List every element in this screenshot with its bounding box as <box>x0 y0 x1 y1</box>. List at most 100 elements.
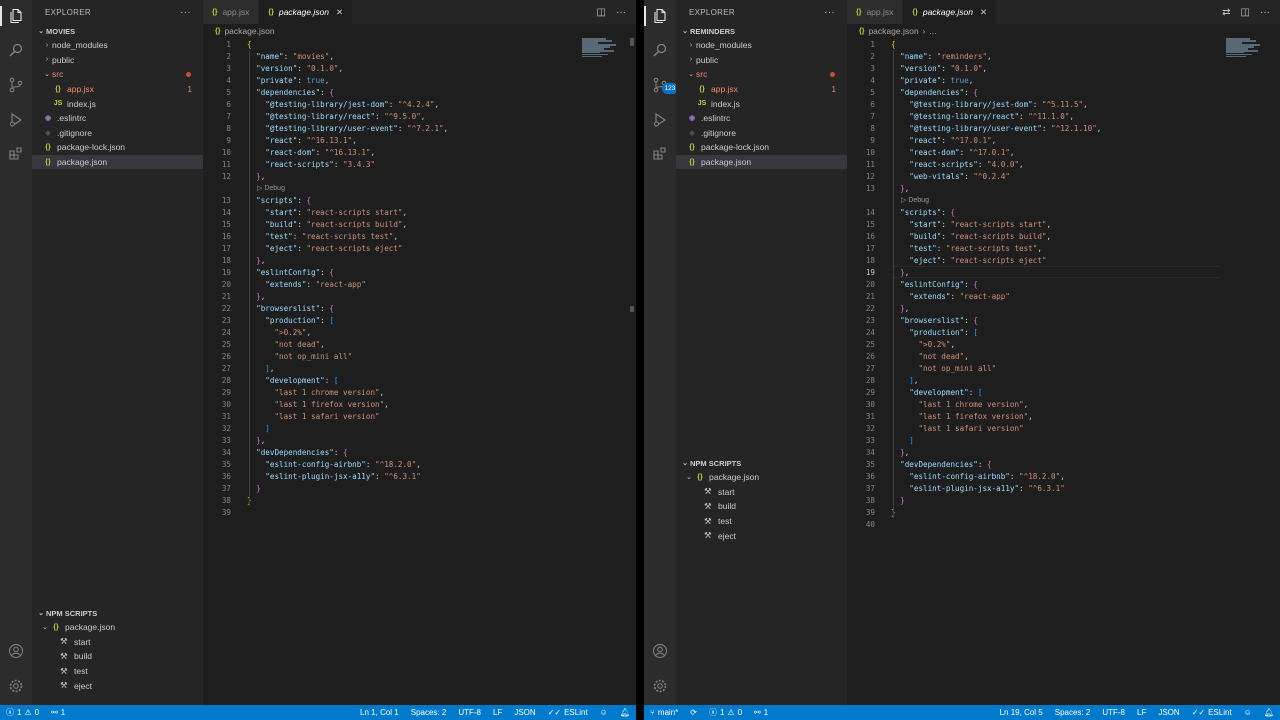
run-debug-icon[interactable] <box>650 110 670 130</box>
npm-script-item[interactable]: ⚒ test <box>676 514 847 529</box>
code-token: "extends" <box>265 279 307 289</box>
tree-item[interactable]: › node_modules <box>676 38 847 53</box>
more-actions-icon[interactable]: ··· <box>1260 7 1270 18</box>
explorer-icon[interactable] <box>0 6 32 26</box>
tree-item[interactable]: JS index.js <box>676 96 847 111</box>
tree-item[interactable]: {} app.jsx 1 <box>676 82 847 97</box>
tree-item[interactable]: ◆ .gitignore <box>32 126 203 141</box>
tree-item[interactable]: ◉ .eslintrc <box>676 111 847 126</box>
settings-gear-icon[interactable] <box>650 676 670 696</box>
npm-package-json[interactable]: ⌄ {} package.json <box>32 620 203 635</box>
search-icon[interactable] <box>650 40 670 60</box>
npm-script-item[interactable]: ⚒ build <box>676 499 847 514</box>
open-changes-icon[interactable]: ⇄ <box>1222 7 1230 18</box>
code-editor[interactable]: 1{2 "name": "movies", 3 "version": "0.1.0… <box>203 38 636 518</box>
tree-item[interactable]: › node_modules <box>32 38 203 53</box>
breadcrumb-ellipsis[interactable]: ... <box>929 26 936 36</box>
more-actions-icon[interactable]: ··· <box>616 7 626 18</box>
scrollbar-indicator[interactable] <box>630 306 634 312</box>
minimap[interactable] <box>582 38 622 78</box>
code-line: 38 } <box>847 494 1280 506</box>
npm-script-item[interactable]: ⚒ build <box>32 649 203 664</box>
extensions-icon[interactable] <box>650 144 670 164</box>
tree-item[interactable]: › public <box>32 53 203 68</box>
tree-item[interactable]: {} package.json <box>676 154 847 170</box>
run-debug-icon[interactable] <box>6 110 26 130</box>
tree-item[interactable]: {} package.json <box>32 154 203 170</box>
feedback-icon[interactable]: ☺ <box>600 708 608 717</box>
npm-package-json[interactable]: ⌄ {} package.json <box>676 470 847 485</box>
problem-count-badge: 1 <box>187 84 192 94</box>
cursor-position[interactable]: Ln 1, Col 1 <box>360 708 399 717</box>
notifications-bell-icon[interactable]: 🔔︎ <box>1264 708 1274 717</box>
encoding[interactable]: UTF-8 <box>1102 708 1125 717</box>
tree-item[interactable]: ⌄ src <box>32 67 203 82</box>
end-of-line[interactable]: LF <box>1137 708 1146 717</box>
code-editor[interactable]: 1{2 "name": "reminders", 3 "version": "0.… <box>847 38 1280 530</box>
npm-scripts-header[interactable]: ⌄ NPM SCRIPTS <box>32 606 203 620</box>
tree-item[interactable]: ◆ .gitignore <box>676 126 847 141</box>
tree-item[interactable]: JS index.js <box>32 96 203 111</box>
npm-script-item[interactable]: ⚒ eject <box>676 528 847 543</box>
code-line: 5 "dependencies": { <box>203 86 636 98</box>
indentation[interactable]: Spaces: 2 <box>1055 708 1091 717</box>
end-of-line[interactable]: LF <box>493 708 502 717</box>
tab-package-json[interactable]: {} package.json ✕ <box>903 0 998 24</box>
eslint-status[interactable]: ✓✓ ESLint <box>548 708 588 717</box>
problems-status[interactable]: ⓧ 1 ⚠ 0 <box>709 707 742 718</box>
language-mode[interactable]: JSON <box>514 708 535 717</box>
sync-icon[interactable]: ⟳ <box>690 708 697 717</box>
close-icon[interactable]: ✕ <box>336 7 343 18</box>
tree-item[interactable]: › public <box>676 53 847 68</box>
split-editor-icon[interactable]: ◫ <box>1241 7 1250 18</box>
extensions-icon[interactable] <box>6 144 26 164</box>
tree-item[interactable]: ⌄ src <box>676 67 847 82</box>
source-control-icon[interactable] <box>6 75 26 95</box>
notifications-bell-icon[interactable]: 🔔︎ <box>620 708 630 717</box>
npm-script-item[interactable]: ⚒ eject <box>32 678 203 693</box>
tree-item[interactable]: {} package-lock.json <box>676 140 847 155</box>
search-icon[interactable] <box>6 40 26 60</box>
tree-item[interactable]: {} app.jsx 1 <box>32 82 203 97</box>
ports-status[interactable]: ⚯ 1 <box>754 708 768 717</box>
breadcrumb-file[interactable]: package.json <box>224 26 274 36</box>
line-content: "dependencies": { <box>875 88 978 97</box>
eslint-status[interactable]: ✓✓ ESLint <box>1192 708 1232 717</box>
tab-app-jsx[interactable]: {} app.jsx <box>203 0 260 24</box>
account-icon[interactable] <box>650 641 670 661</box>
npm-scripts-header[interactable]: ⌄ NPM SCRIPTS <box>676 456 847 470</box>
feedback-icon[interactable]: ☺ <box>1244 708 1252 717</box>
project-folder-header[interactable]: ⌄ REMINDERS <box>676 24 847 38</box>
more-actions-icon[interactable]: ··· <box>824 7 835 18</box>
breadcrumb-file[interactable]: package.json <box>868 26 918 36</box>
tree-item[interactable]: ◉ .eslintrc <box>32 111 203 126</box>
minimap[interactable] <box>1226 38 1266 78</box>
tab-package-json[interactable]: {} package.json ✕ <box>259 0 354 24</box>
split-editor-icon[interactable]: ◫ <box>597 7 606 18</box>
npm-script-item[interactable]: ⚒ test <box>32 664 203 679</box>
code-token: { <box>343 447 348 457</box>
account-icon[interactable] <box>6 641 26 661</box>
indentation[interactable]: Spaces: 2 <box>411 708 447 717</box>
scrollbar-indicator[interactable] <box>630 38 634 46</box>
debug-codelens[interactable]: ▷ Debug <box>203 182 636 194</box>
npm-script-item[interactable]: ⚒ start <box>676 485 847 500</box>
npm-script-item[interactable]: ⚒ start <box>32 635 203 650</box>
tree-item-label: package.json <box>701 157 752 168</box>
language-mode[interactable]: JSON <box>1158 708 1179 717</box>
settings-gear-icon[interactable] <box>6 676 26 696</box>
close-icon[interactable]: ✕ <box>980 7 987 18</box>
cursor-position[interactable]: Ln 19, Col 5 <box>1000 708 1043 717</box>
debug-codelens[interactable]: ▷ Debug <box>847 194 1280 206</box>
git-branch[interactable]: ⑂ main* <box>650 708 678 717</box>
encoding[interactable]: UTF-8 <box>458 708 481 717</box>
tab-app-jsx[interactable]: {} app.jsx <box>847 0 904 24</box>
code-token: , <box>379 387 385 397</box>
tree-item[interactable]: {} package-lock.json <box>32 140 203 155</box>
line-content: "last 1 safari version" <box>231 412 379 421</box>
explorer-icon[interactable] <box>644 6 676 26</box>
project-folder-header[interactable]: ⌄ MOVIES <box>32 24 203 38</box>
problems-status[interactable]: ⓧ 1 ⚠ 0 <box>6 707 39 718</box>
more-actions-icon[interactable]: ··· <box>180 7 191 18</box>
ports-status[interactable]: ⚯ 1 <box>51 708 65 717</box>
